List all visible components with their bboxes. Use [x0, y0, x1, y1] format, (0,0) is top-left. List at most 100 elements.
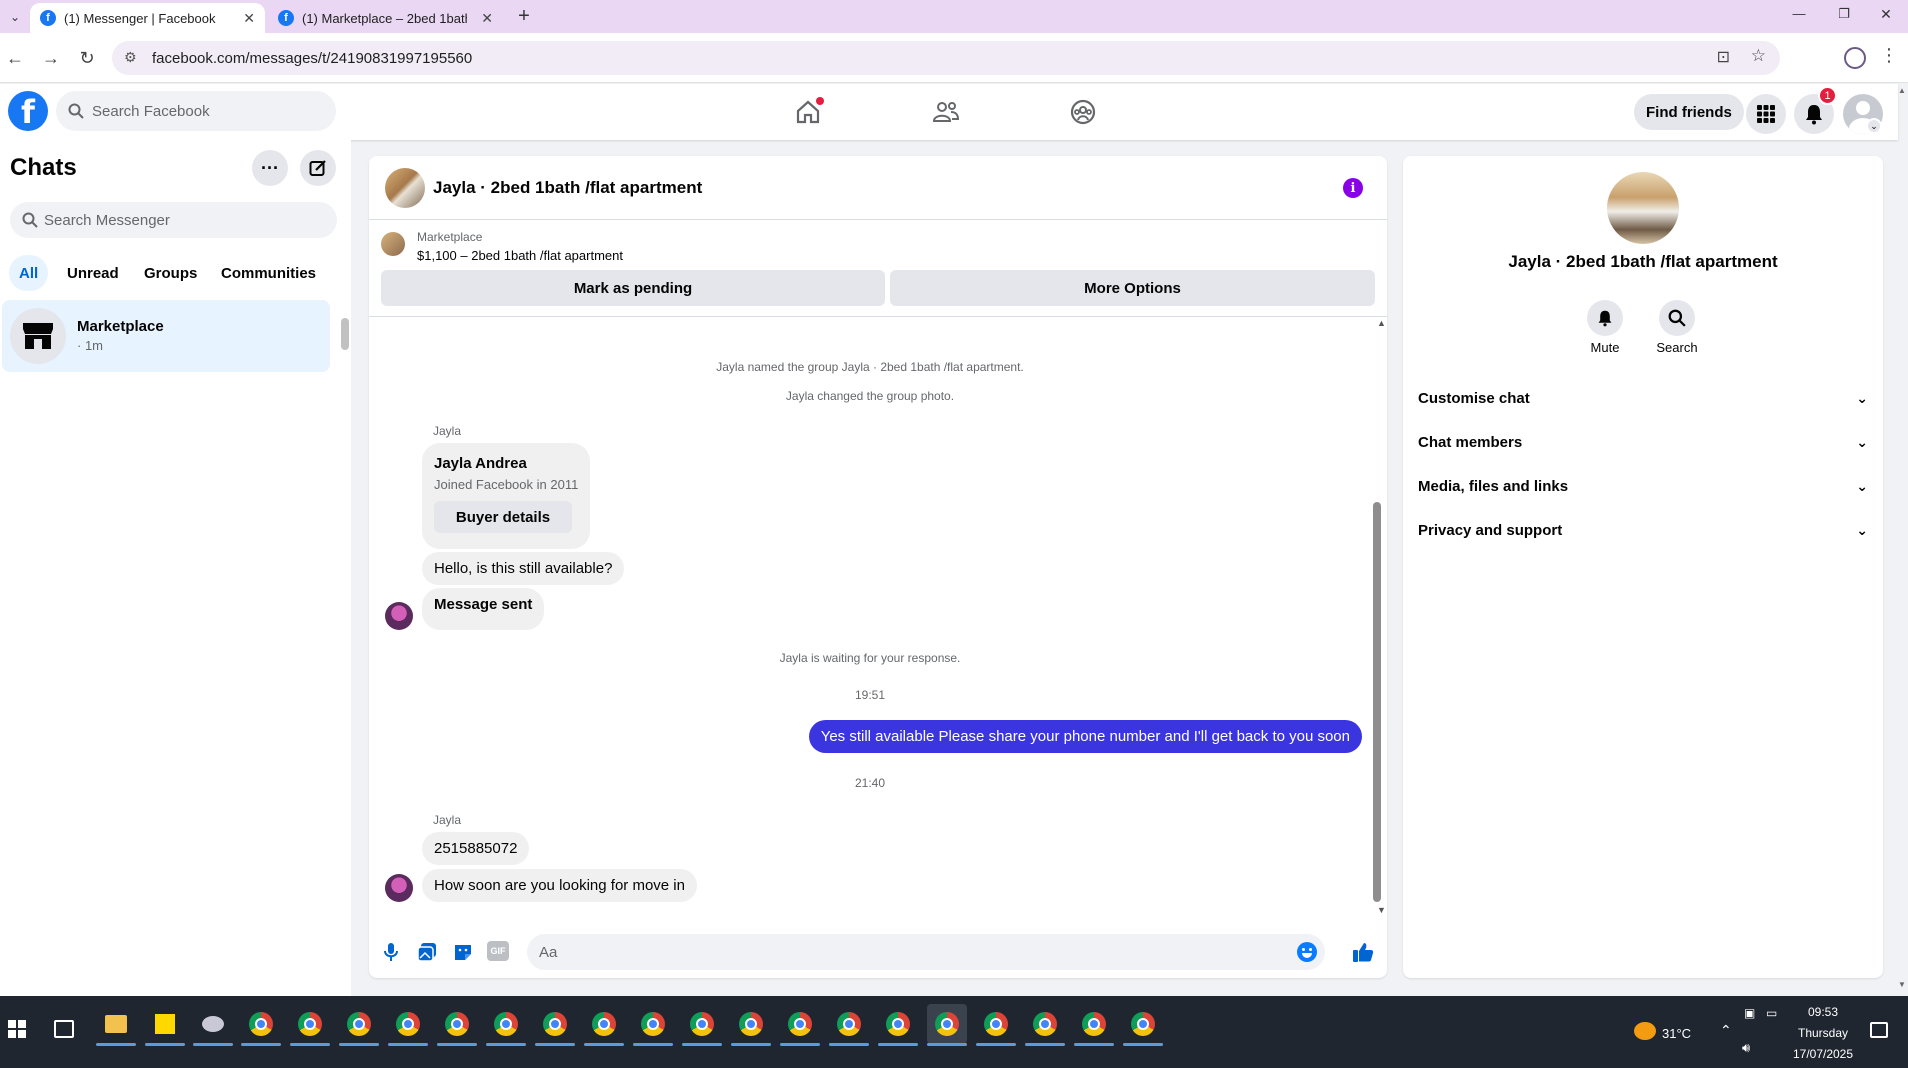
chrome-icon[interactable]: [290, 1004, 330, 1046]
microphone-icon[interactable]: [379, 940, 403, 964]
profile-icon[interactable]: [1844, 47, 1866, 69]
chrome-icon[interactable]: [388, 1004, 428, 1046]
chrome-icon[interactable]: [976, 1004, 1016, 1046]
media-files-links-section[interactable]: Media, files and links ⌄: [1418, 468, 1868, 504]
emoji-icon[interactable]: [1297, 942, 1317, 962]
back-icon[interactable]: ←: [0, 43, 30, 73]
sidebar-scrollbar[interactable]: [341, 318, 349, 350]
message-bubble[interactable]: Message sent: [422, 588, 545, 630]
customise-chat-section[interactable]: Customise chat ⌄: [1418, 380, 1868, 416]
message-bubble[interactable]: Hello, is this still available?: [422, 552, 625, 585]
chat-scrollbar[interactable]: [1373, 502, 1381, 902]
groups-icon[interactable]: [1063, 92, 1103, 132]
chat-title[interactable]: Jayla · 2bed 1bath /flat apartment: [433, 178, 702, 198]
clock-day[interactable]: Thursday: [1790, 1026, 1856, 1040]
tab-messenger[interactable]: f (1) Messenger | Facebook ✕: [30, 3, 265, 33]
message-bubble[interactable]: How soon are you looking for move in: [422, 869, 697, 902]
page-scroll-down-icon[interactable]: ▼: [1898, 980, 1908, 990]
new-message-icon[interactable]: [300, 150, 336, 186]
conversation-info-icon[interactable]: i: [1343, 178, 1363, 198]
page-scroll-up-icon[interactable]: ▲: [1898, 86, 1908, 96]
chrome-icon[interactable]: [829, 1004, 869, 1046]
minimize-button[interactable]: —: [1785, 6, 1813, 26]
home-icon[interactable]: [788, 92, 828, 132]
sticky-notes-icon[interactable]: [145, 1004, 185, 1046]
more-options-button[interactable]: More Options: [890, 270, 1375, 306]
photo-icon[interactable]: [415, 940, 439, 964]
chrome-icon[interactable]: [437, 1004, 477, 1046]
chrome-icon[interactable]: [486, 1004, 526, 1046]
chrome-icon[interactable]: [682, 1004, 722, 1046]
account-chevron-icon[interactable]: ⌄: [1866, 118, 1882, 134]
sticker-icon[interactable]: [451, 940, 475, 964]
chrome-icon[interactable]: [780, 1004, 820, 1046]
chat-avatar[interactable]: [385, 168, 425, 208]
sender-avatar[interactable]: [385, 874, 413, 902]
more-options-icon[interactable]: ···: [252, 150, 288, 186]
browser-menu-icon[interactable]: ⋮: [1880, 45, 1898, 66]
file-explorer-icon[interactable]: [96, 1004, 136, 1046]
chrome-icon[interactable]: [535, 1004, 575, 1046]
address-bar[interactable]: ⚙ facebook.com/messages/t/24190831997195…: [112, 41, 1780, 75]
sender-avatar[interactable]: [385, 602, 413, 630]
mark-as-pending-button[interactable]: Mark as pending: [381, 270, 885, 306]
tray-chevron-up-icon[interactable]: ⌃: [1720, 1022, 1732, 1039]
outgoing-message[interactable]: Yes still available Please share your ph…: [808, 720, 1362, 753]
task-view-icon[interactable]: [54, 1020, 74, 1038]
privacy-support-section[interactable]: Privacy and support ⌄: [1418, 512, 1868, 548]
message-bubble[interactable]: 2515885072: [422, 832, 530, 865]
chrome-icon[interactable]: [584, 1004, 624, 1046]
chrome-icon[interactable]: [731, 1004, 771, 1046]
restore-button[interactable]: ❐: [1830, 6, 1858, 26]
chrome-icon[interactable]: [633, 1004, 673, 1046]
listing-title[interactable]: $1,100 – 2bed 1bath /flat apartment: [417, 248, 623, 263]
close-tab-icon[interactable]: ✕: [243, 10, 255, 27]
temperature[interactable]: 31°C: [1662, 1026, 1691, 1041]
volume-icon[interactable]: 🔊︎: [1742, 1040, 1750, 1056]
clock-time[interactable]: 09:53: [1790, 1005, 1856, 1019]
chrome-icon[interactable]: [241, 1004, 281, 1046]
filter-all[interactable]: All: [9, 255, 49, 291]
weather-icon[interactable]: [1634, 1022, 1656, 1040]
facebook-logo[interactable]: f: [8, 91, 48, 131]
message-input[interactable]: Aa: [527, 934, 1325, 970]
reload-icon[interactable]: ↻: [72, 43, 102, 73]
mute-bell-icon[interactable]: [1587, 300, 1623, 336]
filter-groups[interactable]: Groups: [134, 255, 207, 291]
search-chat-icon[interactable]: [1659, 300, 1695, 336]
filter-unread[interactable]: Unread: [57, 255, 129, 291]
like-thumbs-up-icon[interactable]: [1349, 938, 1377, 966]
windows-start-icon[interactable]: [8, 1020, 26, 1038]
app-icon[interactable]: [193, 1004, 233, 1046]
close-window-button[interactable]: ✕: [1872, 6, 1900, 26]
site-info-icon[interactable]: ⚙: [124, 49, 137, 66]
chrome-icon[interactable]: [339, 1004, 379, 1046]
clock-date[interactable]: 17/07/2025: [1784, 1047, 1862, 1061]
tab-marketplace[interactable]: f (1) Marketplace – 2bed 1bath / ✕: [268, 3, 503, 33]
scroll-down-arrow-icon[interactable]: ▼: [1377, 905, 1387, 915]
chrome-icon[interactable]: [1074, 1004, 1114, 1046]
network-icon[interactable]: ▭: [1766, 1006, 1777, 1020]
install-app-icon[interactable]: ⊡: [1717, 47, 1730, 67]
find-friends-button[interactable]: Find friends: [1634, 94, 1744, 130]
close-tab-icon[interactable]: ✕: [481, 10, 493, 27]
forward-icon[interactable]: →: [36, 43, 66, 73]
menu-grid-icon[interactable]: [1746, 94, 1786, 134]
chat-list-item[interactable]: Marketplace · 1m: [2, 300, 330, 372]
messenger-search-input[interactable]: Search Messenger: [10, 202, 337, 238]
notification-center-icon[interactable]: [1870, 1022, 1888, 1038]
group-photo[interactable]: [1607, 172, 1679, 244]
chrome-icon[interactable]: [1123, 1004, 1163, 1046]
bookmark-star-icon[interactable]: ☆: [1751, 46, 1766, 66]
gif-icon[interactable]: GIF: [487, 941, 509, 961]
scroll-up-arrow-icon[interactable]: ▲: [1377, 318, 1387, 328]
chrome-icon[interactable]: [1025, 1004, 1065, 1046]
friends-icon[interactable]: [926, 92, 966, 132]
meet-now-icon[interactable]: ▣: [1744, 1006, 1755, 1020]
chat-members-section[interactable]: Chat members ⌄: [1418, 424, 1868, 460]
new-tab-button[interactable]: +: [512, 4, 536, 28]
filter-communities[interactable]: Communities: [211, 255, 326, 291]
tab-list-icon[interactable]: ⌄: [6, 8, 24, 26]
facebook-search-input[interactable]: Search Facebook: [56, 91, 336, 131]
buyer-details-button[interactable]: Buyer details: [434, 501, 572, 533]
